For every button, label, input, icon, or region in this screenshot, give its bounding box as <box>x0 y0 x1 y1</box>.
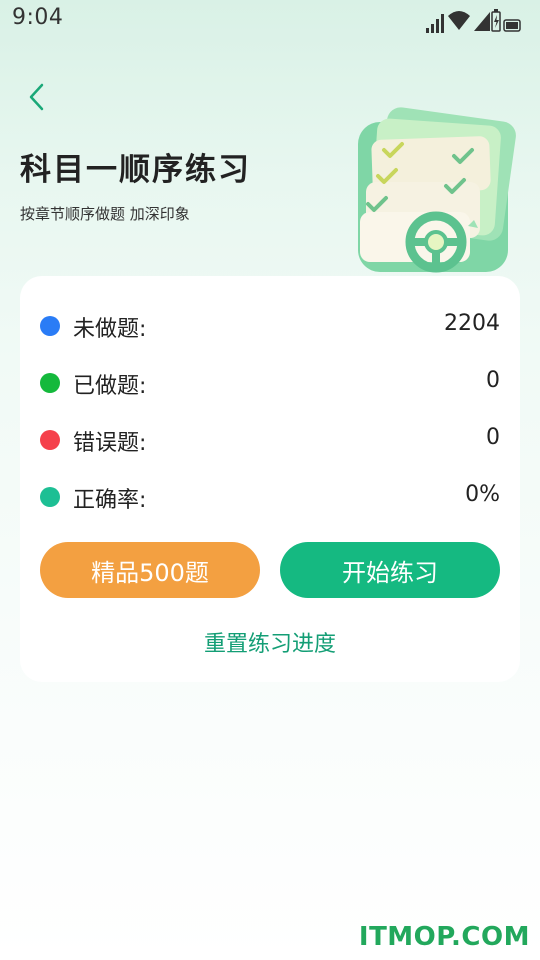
chevron-left-icon <box>29 83 44 111</box>
start-practice-button[interactable]: 开始练习 <box>280 542 500 598</box>
stat-row-accuracy: 正确率: 0% <box>40 477 500 517</box>
stat-dot-red <box>40 430 60 450</box>
stat-label: 正确率: <box>73 488 147 513</box>
stat-value: 2204 <box>444 311 500 336</box>
signal-wifi-battery-icon <box>426 9 521 33</box>
reset-progress-link[interactable]: 重置练习进度 <box>20 626 520 658</box>
stat-row-answered: 已做题: 0 <box>40 363 500 403</box>
page-title: 科目一顺序练习 <box>20 152 251 188</box>
stat-value: 0 <box>486 368 500 393</box>
stat-row-wrong: 错误题: 0 <box>40 420 500 460</box>
stat-label: 错误题: <box>73 431 147 456</box>
stat-dot-teal <box>40 487 60 507</box>
status-bar: 9:04 <box>0 0 540 40</box>
status-icons <box>422 6 522 36</box>
status-time: 9:04 <box>12 5 64 30</box>
stat-dot-green <box>40 373 60 393</box>
stat-dot-blue <box>40 316 60 336</box>
checklist-steering-wheel-icon <box>350 104 520 276</box>
stat-label: 已做题: <box>73 374 147 399</box>
premium-500-button[interactable]: 精品500题 <box>40 542 260 598</box>
stat-value: 0 <box>486 425 500 450</box>
stat-row-unanswered: 未做题: 2204 <box>40 306 500 346</box>
back-button[interactable] <box>22 80 52 114</box>
page-subtitle: 按章节顺序做题 加深印象 <box>20 205 190 223</box>
watermark: ITMOP.COM <box>358 922 530 952</box>
progress-card: 未做题: 2204 已做题: 0 错误题: 0 正确率: 0% 精品500题 开… <box>20 276 520 682</box>
stat-value: 0% <box>465 482 500 507</box>
stat-label: 未做题: <box>73 317 147 342</box>
